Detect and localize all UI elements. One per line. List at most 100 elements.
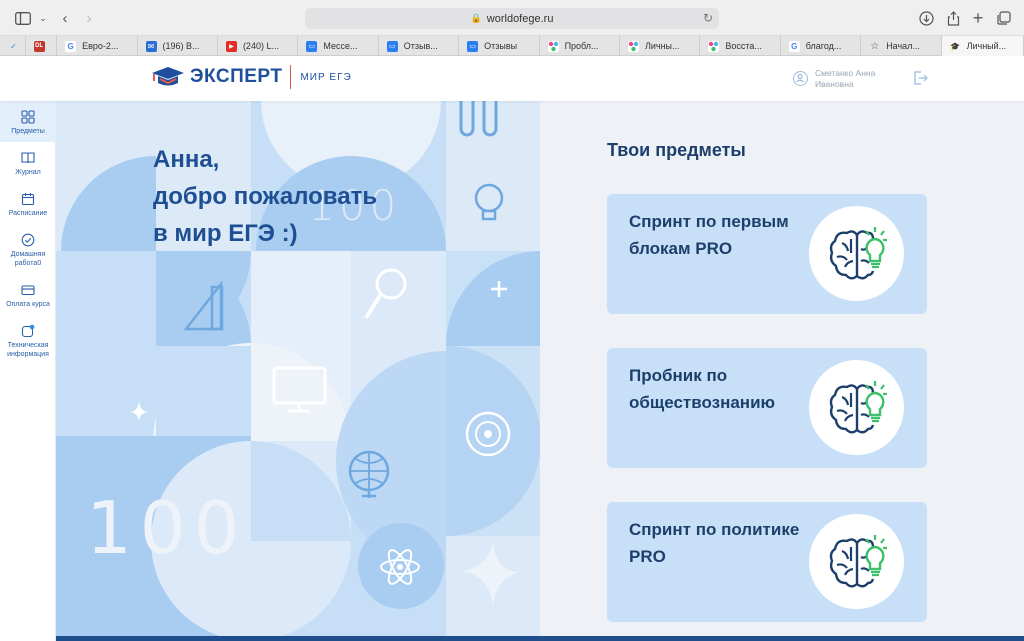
tabs-overview-icon[interactable]: [993, 7, 1015, 29]
browser-tab-label: Восста...: [725, 41, 762, 51]
nav-label: Предметы: [11, 128, 45, 135]
side-navigation: Предметы Журнал Расписание Домашняя рабо…: [0, 101, 56, 641]
nav-item-payment[interactable]: Оплата курса: [0, 274, 56, 315]
browser-tab[interactable]: Gблагод...: [781, 36, 862, 56]
site-header: ЭКСПЕРТ МИР ЕГЭ Сметанко Анна Ивановна: [0, 57, 1024, 101]
share-icon[interactable]: [942, 7, 964, 29]
nav-item-subjects[interactable]: Предметы: [0, 101, 56, 142]
subjects-title: Твои предметы: [607, 140, 746, 160]
browser-tab-label: Начал...: [886, 41, 920, 51]
lock-icon: 🔒: [470, 13, 482, 23]
welcome-heading: Анна, добро пожаловать в мир ЕГЭ :): [153, 141, 377, 252]
browser-tab-label: Личный...: [966, 41, 1007, 51]
nav-label: Расписание: [8, 210, 48, 217]
chat-icon: ▭: [467, 40, 479, 52]
welcome-line-2: добро пожаловать: [153, 183, 378, 210]
dots-icon: [627, 40, 639, 52]
star-icon: ☆: [870, 40, 880, 52]
chat-icon: ▭: [306, 40, 318, 52]
info-icon: [21, 324, 35, 338]
user-icon: [793, 71, 808, 86]
subject-card-title: Пробник по обществознанию: [629, 366, 776, 412]
browser-toolbar: ⌄ ‹ › 🔒 worldofege.ru ↻ +: [0, 0, 1024, 36]
browser-tab[interactable]: G Евро-2...: [57, 36, 138, 56]
subject-card-title: Спринт по политике PRO: [629, 520, 800, 566]
youtube-icon: ▶: [225, 40, 237, 52]
address-bar[interactable]: 🔒 worldofege.ru ↻: [305, 8, 719, 29]
browser-tab[interactable]: ☆ Начал...: [861, 36, 942, 56]
google-icon: G: [65, 40, 77, 52]
logo-text: ЭКСПЕРТ: [190, 66, 283, 87]
brain-bulb-icon: [809, 206, 904, 301]
browser-tab-label: Личны...: [644, 41, 680, 51]
dl-icon: DL: [33, 40, 45, 52]
url-text: worldofege.ru: [486, 12, 554, 25]
chevron-down-icon[interactable]: ⌄: [32, 7, 54, 29]
nav-label: Домашняя работа0: [10, 251, 46, 267]
browser-tab[interactable]: ▶ (240) L...: [218, 36, 299, 56]
subject-card-title: Спринт по первым блокам PRO: [629, 212, 789, 258]
dots-icon: [547, 40, 559, 52]
browser-tab-label: (196) В...: [162, 41, 200, 51]
nav-item-tech-info[interactable]: Техническая информация: [0, 315, 56, 365]
forward-icon[interactable]: ›: [78, 7, 100, 29]
browser-tab[interactable]: ▭ Отзывы: [459, 36, 540, 56]
browser-tab[interactable]: Личны...: [620, 36, 701, 56]
download-icon[interactable]: [915, 7, 937, 29]
new-tab-icon[interactable]: +: [967, 7, 989, 29]
brain-bulb-icon: [809, 360, 904, 455]
back-icon[interactable]: ‹: [54, 7, 76, 29]
browser-tab[interactable]: Пробл...: [540, 36, 620, 56]
cap-icon: 🎓: [950, 41, 961, 51]
logo[interactable]: ЭКСПЕРТ МИР ЕГЭ: [150, 65, 352, 89]
browser-tab-label: Пробл...: [564, 41, 599, 51]
grid-icon: [21, 110, 35, 124]
browser-tab[interactable]: ▭ Мессе...: [298, 36, 379, 56]
sidebar-toggle-icon[interactable]: [12, 7, 34, 29]
browser-tab-label: благод...: [805, 41, 842, 51]
nav-item-homework[interactable]: Домашняя работа0: [0, 224, 56, 274]
browser-tab-label: Евро-2...: [82, 41, 119, 51]
user-name: Сметанко Анна Ивановна: [815, 68, 876, 89]
reload-icon[interactable]: ↻: [703, 11, 713, 25]
browser-tab[interactable]: 🎓 Личный...: [941, 36, 1024, 56]
browser-tab[interactable]: ▭ Отзыв...: [379, 36, 460, 56]
welcome-line-3: в мир ЕГЭ :): [153, 220, 298, 247]
subject-card[interactable]: Спринт по первым блокам PRO: [607, 194, 927, 314]
nav-label: Оплата курса: [6, 301, 50, 308]
subject-card[interactable]: Пробник по обществознанию: [607, 348, 927, 468]
subjects-panel: Твои предметы Спринт по первым блокам PR…: [540, 101, 1024, 637]
welcome-line-1: Анна,: [153, 146, 220, 173]
browser-tab[interactable]: DL: [26, 36, 58, 56]
check-circle-icon: [21, 233, 35, 247]
footer-bar: [56, 636, 1024, 641]
calendar-icon: [21, 193, 35, 206]
check-icon: ✓: [10, 41, 17, 51]
welcome-hero: 100 100 Анна, добро пожаловать в мир ЕГЭ…: [56, 101, 540, 637]
nav-label: Журнал: [15, 169, 41, 176]
subject-card[interactable]: Спринт по политике PRO: [607, 502, 927, 622]
graduation-cap-icon: [152, 67, 184, 86]
dots-icon: [708, 40, 720, 52]
nav-item-journal[interactable]: Журнал: [0, 142, 56, 183]
logo-subtitle: МИР ЕГЭ: [300, 71, 352, 83]
hero-deco-100-bottom: 100: [86, 486, 248, 570]
browser-tab-label: (240) L...: [242, 41, 279, 51]
book-icon: [21, 152, 35, 164]
browser-tab-label: Отзыв...: [403, 41, 438, 51]
tab-bar: ✓ DL G Евро-2... ✉ (196) В... ▶ (240) L... ▭ Месс…: [0, 36, 1024, 56]
browser-tab-label: Отзывы: [484, 41, 518, 51]
chat-icon: ▭: [386, 40, 398, 52]
card-icon: [21, 285, 35, 296]
logout-icon[interactable]: [912, 70, 928, 86]
user-profile[interactable]: Сметанко Анна Ивановна: [793, 68, 895, 90]
google-icon: G: [788, 40, 800, 52]
mail-icon: ✉: [145, 40, 157, 52]
browser-tab[interactable]: ✉ (196) В...: [138, 36, 218, 56]
logo-divider: [290, 65, 292, 89]
browser-tab-label: Мессе...: [323, 41, 358, 51]
browser-tab[interactable]: ✓: [0, 36, 26, 56]
brain-bulb-icon: [809, 514, 904, 609]
browser-tab[interactable]: Восста...: [700, 36, 781, 56]
nav-item-schedule[interactable]: Расписание: [0, 183, 56, 224]
